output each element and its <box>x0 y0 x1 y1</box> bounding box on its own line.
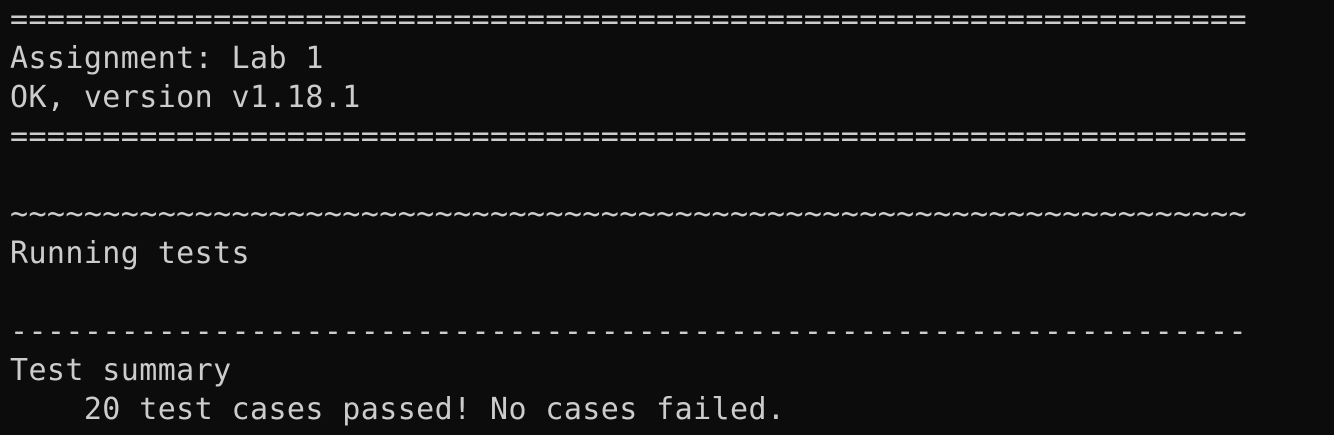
terminal-output: ========================================… <box>10 0 1328 435</box>
assignment-line: Assignment: Lab 1 <box>10 41 324 76</box>
version-line: OK, version v1.18.1 <box>10 80 361 115</box>
double-rule-bottom: ========================================… <box>10 119 1247 154</box>
double-rule-top: ========================================… <box>10 2 1247 37</box>
test-result-line: 20 test cases passed! No cases failed. <box>10 392 786 427</box>
tilde-rule: ~~~~~~~~~~~~~~~~~~~~~~~~~~~~~~~~~~~~~~~~… <box>10 197 1247 232</box>
test-summary-heading: Test summary <box>10 353 232 388</box>
running-tests-line: Running tests <box>10 236 250 271</box>
dash-rule: ----------------------------------------… <box>10 314 1247 349</box>
